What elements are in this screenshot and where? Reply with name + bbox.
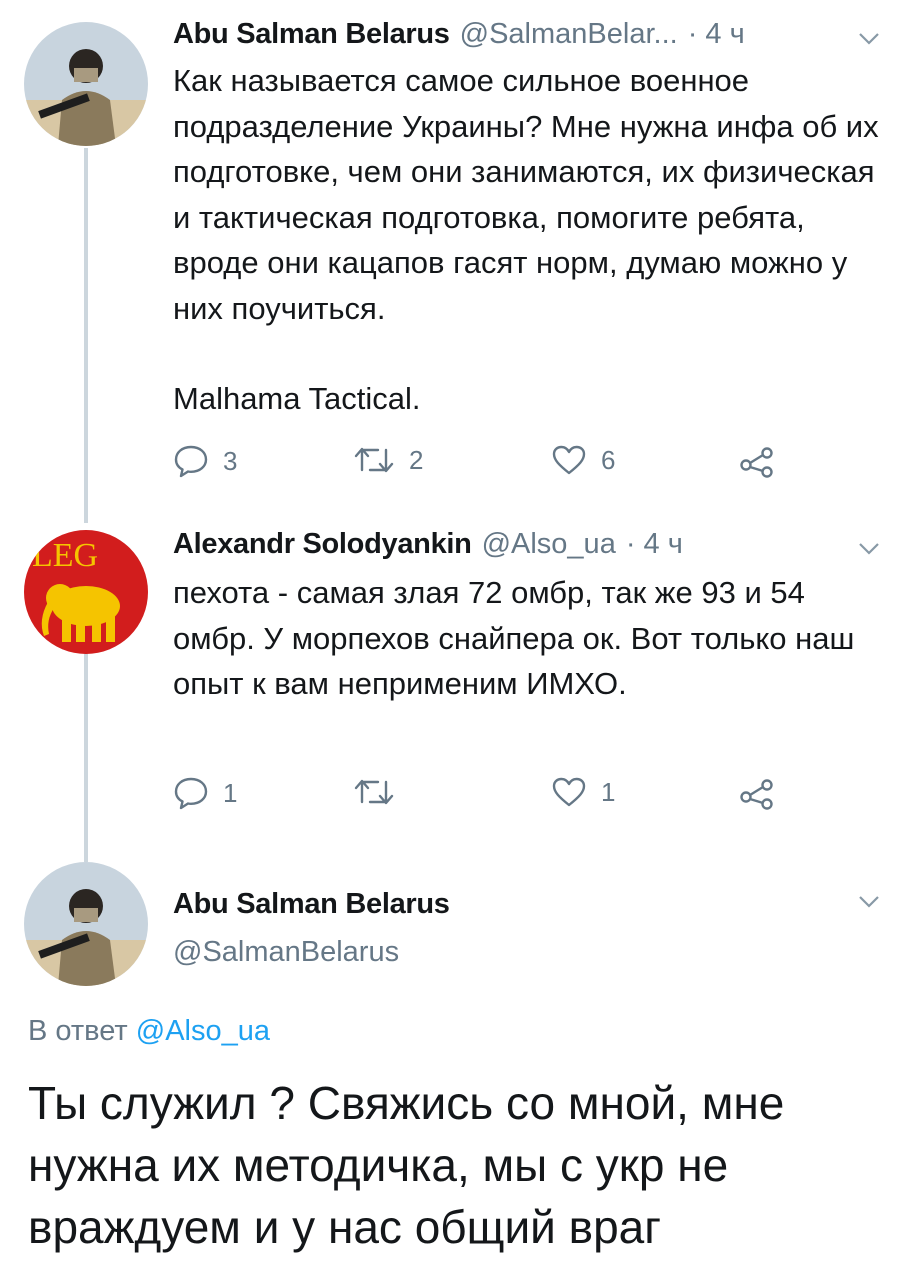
author-handle[interactable]: @SalmanBelarus: [173, 936, 399, 969]
reply-button[interactable]: 1: [173, 776, 237, 810]
author-name[interactable]: Abu Salman Belarus: [173, 18, 450, 51]
avatar[interactable]: [24, 22, 148, 146]
like-icon: [552, 777, 586, 807]
retweet-count: 2: [409, 444, 424, 475]
reply-context: В ответ @Also_ua: [28, 1015, 270, 1048]
chevron-down-icon[interactable]: [858, 542, 880, 556]
author-handle[interactable]: @SalmanBelar...: [460, 18, 678, 51]
thread-line: [84, 148, 88, 523]
avatar-text: LEG: [32, 537, 98, 574]
retweet-button[interactable]: 2: [353, 444, 423, 476]
share-button[interactable]: [739, 444, 775, 478]
thread-line: [84, 650, 88, 862]
like-button[interactable]: 6: [551, 444, 615, 476]
chevron-down-icon[interactable]: [858, 895, 880, 909]
share-button[interactable]: [739, 776, 775, 810]
like-button[interactable]: 1: [551, 776, 615, 808]
reply-count: 3: [223, 445, 238, 476]
reply-icon: [174, 777, 208, 810]
tweet-actions: 1 1: [173, 776, 793, 816]
like-icon: [552, 445, 586, 475]
avatar[interactable]: LEG: [24, 530, 148, 654]
reply-mention-link[interactable]: @Also_ua: [136, 1015, 270, 1047]
tweet-text-2: Malhama Tactical.: [173, 381, 421, 416]
author-name[interactable]: Alexandr Solodyankin: [173, 528, 472, 561]
author-handle[interactable]: @Also_ua: [482, 528, 616, 561]
like-count: 1: [601, 776, 616, 807]
timestamp[interactable]: · 4 ч: [626, 528, 683, 561]
author-name[interactable]: Abu Salman Belarus: [173, 888, 450, 921]
tweet-text: Как называется самое сильное военное под…: [173, 63, 879, 326]
tweet-actions: 3 2 6: [173, 444, 793, 484]
retweet-button[interactable]: [353, 776, 409, 808]
timestamp[interactable]: · 4 ч: [688, 18, 745, 51]
reply-count: 1: [223, 777, 238, 808]
reply-prefix: В ответ: [28, 1015, 128, 1047]
main-tweet-text: Ты служил ? Свяжись со мной, мне нужна и…: [28, 1077, 785, 1253]
reply-icon: [174, 445, 208, 478]
tweet-text: пехота - самая злая 72 омбр, так же 93 и…: [173, 575, 855, 701]
chevron-down-icon[interactable]: [858, 32, 880, 46]
share-icon: [740, 447, 773, 478]
retweet-icon: [354, 447, 394, 473]
avatar[interactable]: [24, 862, 148, 986]
reply-button[interactable]: 3: [173, 444, 237, 478]
retweet-icon: [354, 779, 394, 805]
like-count: 6: [601, 444, 616, 475]
share-icon: [740, 779, 773, 810]
